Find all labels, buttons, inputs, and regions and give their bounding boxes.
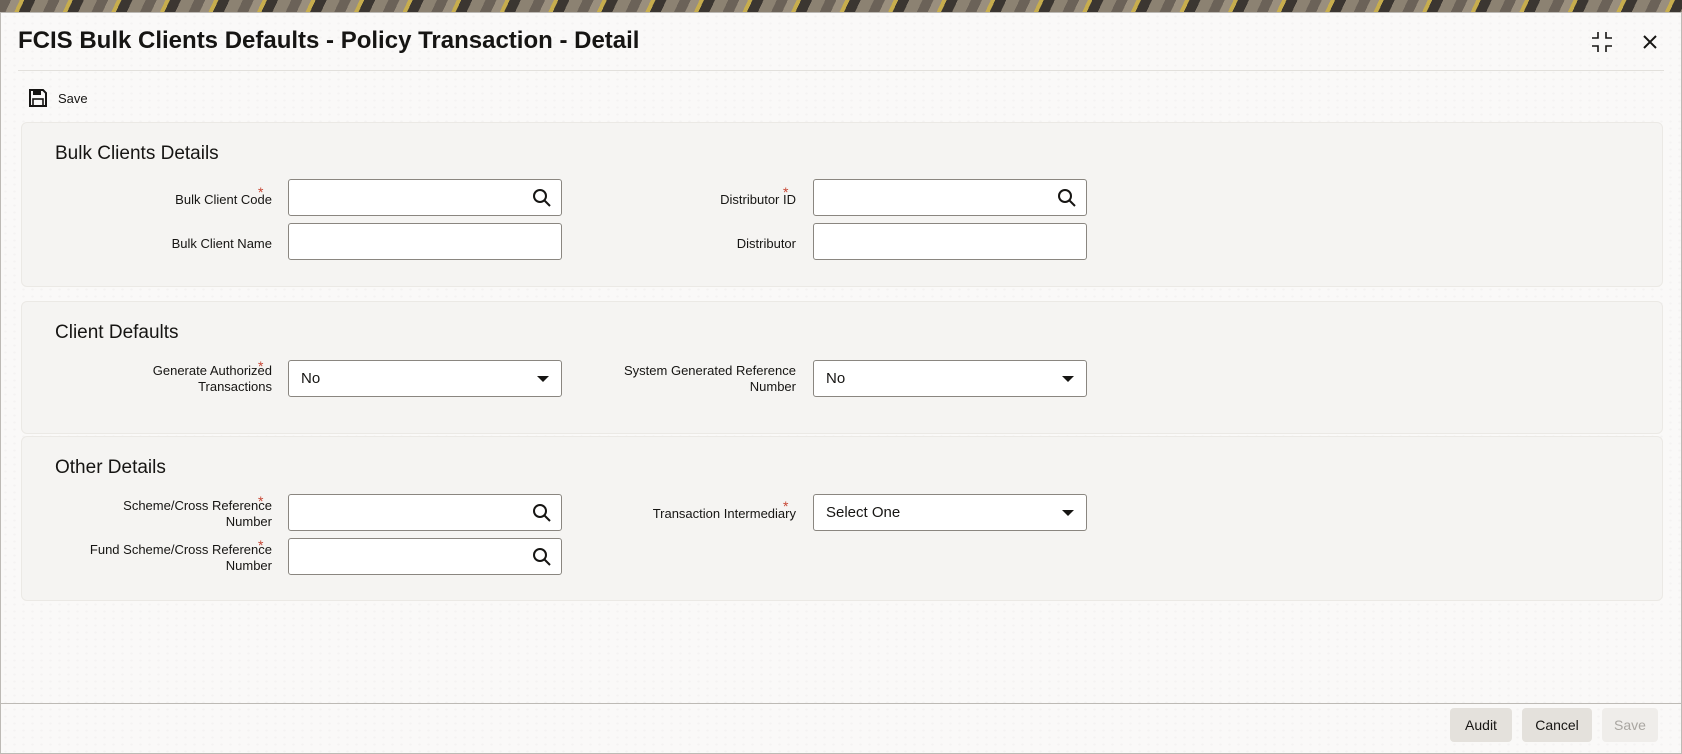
maximize-icon xyxy=(1592,32,1612,52)
audit-button[interactable]: Audit xyxy=(1450,708,1512,742)
caret-down-icon xyxy=(537,376,549,382)
system-generated-reference-select[interactable]: No xyxy=(813,360,1087,397)
generate-authorized-value: No xyxy=(301,370,321,387)
cancel-button[interactable]: Cancel xyxy=(1522,708,1592,742)
scheme-cross-reference-input[interactable] xyxy=(289,495,529,530)
distributor-field[interactable] xyxy=(813,223,1087,260)
bulk-client-code-input[interactable] xyxy=(289,180,529,215)
footer-save-button[interactable]: Save xyxy=(1602,708,1658,742)
client-defaults-section: Client Defaults Generate Authorized Tran… xyxy=(21,301,1663,434)
distributor-id-field[interactable] xyxy=(813,179,1087,216)
distributor-label: Distributor xyxy=(736,236,796,251)
required-marker: * xyxy=(258,184,264,200)
required-marker: * xyxy=(258,493,264,509)
bulk-client-name-label: Bulk Client Name xyxy=(171,236,272,251)
transaction-intermediary-value: Select One xyxy=(826,504,901,521)
close-button[interactable] xyxy=(1637,29,1663,55)
system-generated-reference-label-line1: System Generated Reference xyxy=(624,363,796,378)
bulk-client-name-input[interactable] xyxy=(289,224,529,259)
toolbar-save-button[interactable]: Save xyxy=(28,85,88,111)
bulk-client-code-label: Bulk Client Code xyxy=(175,192,272,207)
search-icon[interactable] xyxy=(1057,188,1077,208)
section-title-bulk-clients: Bulk Clients Details xyxy=(55,143,219,164)
fund-scheme-cross-reference-field[interactable] xyxy=(288,538,562,575)
close-icon xyxy=(1643,35,1657,49)
generate-authorized-label-line2: Transactions xyxy=(198,379,272,394)
title-divider xyxy=(18,70,1664,71)
fund-scheme-cross-reference-label-line1: Fund Scheme/Cross Reference xyxy=(89,542,272,557)
transaction-intermediary-label: Transaction Intermediary xyxy=(652,506,796,521)
search-icon[interactable] xyxy=(532,188,552,208)
system-generated-reference-value: No xyxy=(826,370,846,387)
system-generated-reference-label: System Generated Reference Number xyxy=(582,363,796,395)
search-icon[interactable] xyxy=(532,547,552,567)
footer-divider xyxy=(1,703,1681,704)
scheme-cross-reference-label-line1: Scheme/Cross Reference xyxy=(123,498,272,513)
transaction-intermediary-select[interactable]: Select One xyxy=(813,494,1087,531)
section-title-other-details: Other Details xyxy=(55,457,166,478)
generate-authorized-label: Generate Authorized Transactions xyxy=(82,363,272,395)
toolbar-save-label: Save xyxy=(58,90,88,106)
caret-down-icon xyxy=(1062,376,1074,382)
distributor-id-label: Distributor ID xyxy=(720,192,796,207)
dialog-window: FCIS Bulk Clients Defaults - Policy Tran… xyxy=(0,12,1682,754)
bulk-client-code-field[interactable] xyxy=(288,179,562,216)
other-details-section: Other Details Scheme/Cross Reference Num… xyxy=(21,436,1663,601)
required-marker: * xyxy=(783,498,789,514)
fund-scheme-cross-reference-label-line2: Number xyxy=(225,558,272,573)
required-marker: * xyxy=(783,184,789,200)
bulk-client-name-field[interactable] xyxy=(288,223,562,260)
top-decorative-strip xyxy=(0,0,1682,12)
maximize-button[interactable] xyxy=(1589,29,1615,55)
caret-down-icon xyxy=(1062,510,1074,516)
required-marker: * xyxy=(258,358,264,374)
scheme-cross-reference-label-line2: Number xyxy=(225,514,272,529)
generate-authorized-label-line1: Generate Authorized xyxy=(152,363,272,378)
scheme-cross-reference-label: Scheme/Cross Reference Number xyxy=(62,498,272,530)
section-title-client-defaults: Client Defaults xyxy=(55,322,179,343)
page-title: FCIS Bulk Clients Defaults - Policy Tran… xyxy=(18,27,640,54)
search-icon[interactable] xyxy=(532,503,552,523)
fund-scheme-cross-reference-input[interactable] xyxy=(289,539,529,574)
fund-scheme-cross-reference-label: Fund Scheme/Cross Reference Number xyxy=(42,542,272,574)
scheme-cross-reference-field[interactable] xyxy=(288,494,562,531)
distributor-id-input[interactable] xyxy=(814,180,1054,215)
system-generated-reference-label-line2: Number xyxy=(749,379,796,394)
generate-authorized-select[interactable]: No xyxy=(288,360,562,397)
floppy-disk-icon xyxy=(29,89,47,107)
bulk-clients-details-section: Bulk Clients Details Bulk Client Code * … xyxy=(21,122,1663,287)
distributor-input[interactable] xyxy=(814,224,1054,259)
required-marker: * xyxy=(258,537,264,553)
